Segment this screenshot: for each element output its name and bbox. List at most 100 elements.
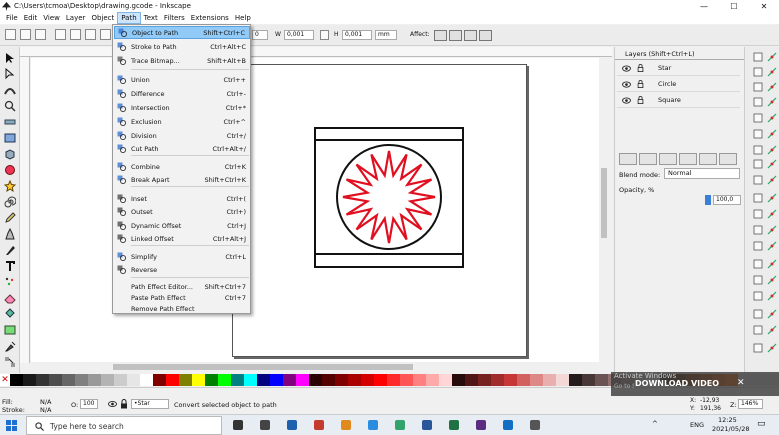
command-5-icon[interactable] <box>753 113 763 123</box>
color-swatch[interactable] <box>75 374 88 386</box>
minimize-button[interactable]: — <box>689 2 719 11</box>
notifications-icon[interactable]: ▭ <box>757 419 766 429</box>
windows-start-icon[interactable] <box>6 420 17 431</box>
taskbar-date[interactable]: 2021/05/28 <box>712 425 749 433</box>
affect-pattern-icon[interactable] <box>479 30 492 41</box>
menu-extensions[interactable]: Extensions <box>188 12 232 24</box>
snap-16-icon[interactable] <box>767 291 777 301</box>
menu-file[interactable]: File <box>3 12 21 24</box>
menu-item-stroke-to-path[interactable]: Stroke to Path Ctrl+Alt+C <box>114 40 250 53</box>
color-swatch[interactable] <box>140 374 153 386</box>
command-11-icon[interactable] <box>753 209 763 219</box>
lock-icon[interactable] <box>637 96 644 104</box>
menu-item-dynamic-offset[interactable]: Dynamic Offset Ctrl+J <box>114 219 250 232</box>
color-swatch[interactable] <box>36 374 49 386</box>
select-all-layers-icon[interactable] <box>20 29 31 40</box>
command-4-icon[interactable] <box>753 97 763 107</box>
menu-item-trace-bitmap[interactable]: Trace Bitmap... Shift+Alt+B <box>114 54 250 67</box>
layer-up-button[interactable] <box>659 153 677 165</box>
no-paint-swatch[interactable]: ✕ <box>0 374 10 386</box>
command-1-icon[interactable] <box>753 52 763 62</box>
command-10-icon[interactable] <box>753 193 763 203</box>
layer-row-star[interactable]: Star <box>617 61 740 76</box>
color-swatch[interactable] <box>62 374 75 386</box>
snap-13-icon[interactable] <box>767 241 777 251</box>
menu-edit[interactable]: Edit <box>21 12 41 24</box>
tray-overflow-icon[interactable]: ^ <box>652 420 658 428</box>
menu-item-break-apart[interactable]: Break Apart Shift+Ctrl+K <box>114 173 250 186</box>
layer-row-circle[interactable]: Circle <box>617 77 740 92</box>
opacity-slider-fill[interactable] <box>705 195 711 205</box>
color-swatch[interactable] <box>205 374 218 386</box>
pencil-tool-icon[interactable] <box>4 212 16 224</box>
layer-to-top-button[interactable] <box>639 153 657 165</box>
color-swatch[interactable] <box>569 374 582 386</box>
menu-item-exclusion[interactable]: Exclusion Ctrl+^ <box>114 115 250 128</box>
visibility-icon[interactable] <box>108 399 117 409</box>
node-tool-icon[interactable] <box>4 68 16 80</box>
color-swatch[interactable] <box>322 374 335 386</box>
taskbar-time[interactable]: 12:25 <box>718 416 737 424</box>
layer-down-button[interactable] <box>679 153 697 165</box>
layer-to-bottom-button[interactable] <box>699 153 717 165</box>
color-swatch[interactable] <box>452 374 465 386</box>
current-layer-select[interactable]: •Star <box>131 399 169 409</box>
circle-shape[interactable] <box>336 144 442 250</box>
menu-item-remove-path-effect[interactable]: Remove Path Effect <box>114 303 250 314</box>
color-swatch[interactable] <box>10 374 23 386</box>
menu-item-division[interactable]: Division Ctrl+/ <box>114 129 250 142</box>
lock-icon[interactable] <box>637 80 644 88</box>
color-swatch[interactable] <box>270 374 283 386</box>
color-swatch[interactable] <box>413 374 426 386</box>
color-swatch[interactable] <box>192 374 205 386</box>
layer-row-square[interactable]: Square <box>617 93 740 108</box>
color-swatch[interactable] <box>491 374 504 386</box>
height-field[interactable]: 0,001 <box>342 30 372 40</box>
horizontal-scroll-thumb[interactable] <box>113 364 413 370</box>
opacity-slider-track[interactable] <box>619 146 719 153</box>
taskbar-search-box[interactable]: Type here to search <box>26 416 222 435</box>
menu-path[interactable]: Path <box>117 12 141 24</box>
menu-item-combine[interactable]: Combine Ctrl+K <box>114 160 250 173</box>
width-field[interactable]: 0,001 <box>284 30 314 40</box>
color-swatch[interactable] <box>127 374 140 386</box>
snap-12-icon[interactable] <box>767 225 777 235</box>
command-16-icon[interactable] <box>753 291 763 301</box>
color-swatch[interactable] <box>88 374 101 386</box>
color-swatch[interactable] <box>504 374 517 386</box>
menu-item-inset[interactable]: Inset Ctrl+( <box>114 192 250 205</box>
command-6-icon[interactable] <box>753 129 763 139</box>
color-swatch[interactable] <box>49 374 62 386</box>
snap-2-icon[interactable] <box>767 67 777 77</box>
snap-17-icon[interactable] <box>767 309 777 319</box>
color-swatch[interactable] <box>582 374 595 386</box>
menu-item-intersection[interactable]: Intersection Ctrl+* <box>114 101 250 114</box>
color-swatch[interactable] <box>101 374 114 386</box>
command-14-icon[interactable] <box>753 259 763 269</box>
y-field[interactable]: 0 <box>252 30 268 40</box>
snap-4-icon[interactable] <box>767 97 777 107</box>
task-view-taskbar-icon[interactable] <box>232 419 244 431</box>
color-swatch[interactable] <box>153 374 166 386</box>
menu-help[interactable]: Help <box>232 12 254 24</box>
deselect-icon[interactable] <box>35 29 46 40</box>
snap-15-icon[interactable] <box>767 275 777 285</box>
command-9-icon[interactable] <box>753 175 763 185</box>
opacity-field[interactable]: 100,0 <box>713 195 741 205</box>
vertical-scrollbar[interactable] <box>599 58 609 362</box>
color-swatch[interactable] <box>166 374 179 386</box>
eye-icon[interactable] <box>622 96 631 104</box>
eye-icon[interactable] <box>622 64 631 72</box>
remove-layer-button[interactable] <box>719 153 737 165</box>
color-swatch[interactable] <box>257 374 270 386</box>
menu-item-reverse[interactable]: Reverse <box>114 263 250 276</box>
menu-item-paste-path-effect[interactable]: Paste Path Effect Ctrl+7 <box>114 292 250 303</box>
eye-icon[interactable] <box>622 80 631 88</box>
menu-item-simplify[interactable]: Simplify Ctrl+L <box>114 250 250 263</box>
blend-mode-select[interactable]: Normal <box>664 168 740 179</box>
command-19-icon[interactable] <box>753 343 763 353</box>
lock-icon[interactable] <box>637 64 644 72</box>
command-8-icon[interactable] <box>753 159 763 169</box>
menu-item-object-to-path[interactable]: Object to Path Shift+Ctrl+C <box>114 26 250 39</box>
color-swatch[interactable] <box>478 374 491 386</box>
